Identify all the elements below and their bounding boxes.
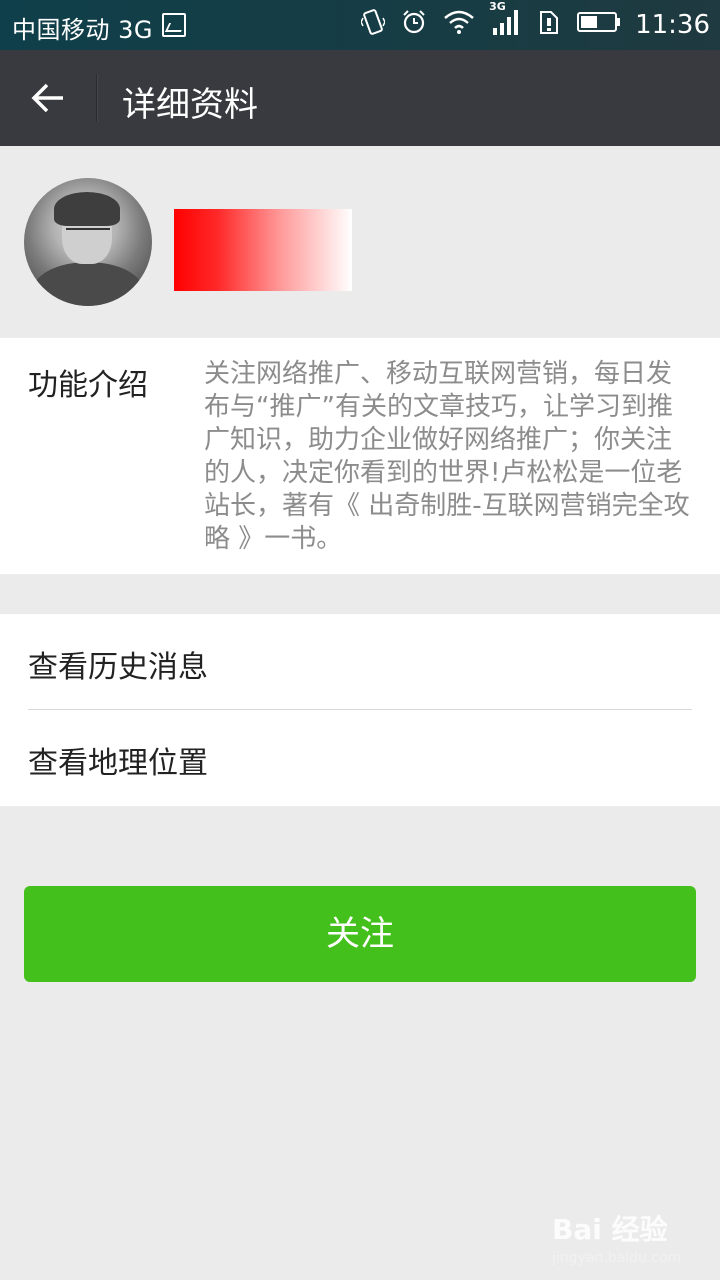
image-icon: [162, 13, 186, 37]
nav-bar: 详细资料: [0, 50, 720, 146]
view-history-messages-item[interactable]: 查看历史消息: [0, 614, 720, 710]
back-button[interactable]: [18, 68, 78, 128]
view-location-item[interactable]: 查看地理位置: [0, 710, 720, 806]
account-name-redacted: [174, 209, 352, 291]
page-title: 详细资料: [122, 85, 258, 125]
intro-section: 功能介绍 关注网络推广、移动互联网营销，每日发布与“推广”有关的文章技巧，让学习…: [0, 338, 720, 574]
sim-alert-icon: [537, 8, 561, 42]
wifi-icon: [443, 10, 475, 40]
intro-label: 功能介绍: [28, 368, 148, 403]
avatar[interactable]: [24, 178, 152, 306]
battery-icon: [577, 10, 621, 40]
watermark-url: jingyan.baidu.com: [552, 1250, 682, 1266]
nav-divider: [96, 74, 97, 122]
menu-item-label: 查看历史消息: [28, 650, 208, 685]
menu-list: 查看历史消息 查看地理位置: [0, 614, 720, 806]
watermark-logo: Bai 经验: [552, 1213, 668, 1246]
watermark: Bai 经验 jingyan.baidu.com: [552, 1208, 681, 1266]
status-bar: 中国移动 3G 3G 11:36: [0, 0, 720, 50]
profile-header: [0, 146, 720, 338]
vibrate-icon: [360, 8, 386, 42]
status-icons: 3G 11:36: [345, 0, 710, 42]
follow-button[interactable]: 关注: [24, 886, 696, 982]
alarm-icon: [401, 9, 427, 41]
clock: 11:36: [635, 10, 710, 40]
network-type-label: 3G: [489, 0, 506, 13]
arrow-left-icon: [31, 83, 63, 113]
signal-icon: 3G: [489, 0, 521, 42]
menu-item-label: 查看地理位置: [28, 746, 208, 781]
carrier-label: 中国移动 3G: [12, 16, 153, 44]
intro-text: 关注网络推广、移动互联网营销，每日发布与“推广”有关的文章技巧，让学习到推广知识…: [204, 359, 690, 554]
